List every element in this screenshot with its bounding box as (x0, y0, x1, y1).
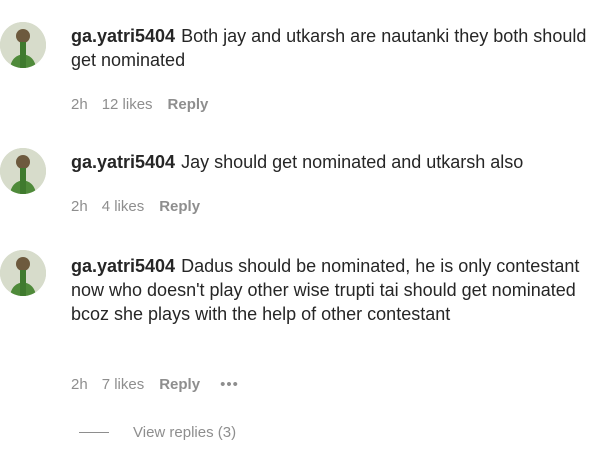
comment-likes[interactable]: 12 likes (102, 96, 153, 113)
comment-username[interactable]: ga.yatri5404 (71, 26, 175, 46)
view-replies-label: View replies (3) (133, 424, 237, 441)
reply-button[interactable]: Reply (159, 376, 200, 393)
comment-username[interactable]: ga.yatri5404 (71, 152, 175, 172)
avatar[interactable] (0, 22, 46, 68)
avatar[interactable] (0, 250, 46, 296)
avatar[interactable] (0, 148, 46, 194)
divider-line (79, 432, 109, 433)
comment-time: 2h (71, 96, 88, 113)
comment-likes[interactable]: 4 likes (102, 198, 145, 215)
more-options-icon[interactable]: ••• (220, 376, 239, 393)
comment-time: 2h (71, 198, 88, 215)
comment-time: 2h (71, 376, 88, 393)
comment-text: Jay should get nominated and utkarsh als… (181, 152, 524, 172)
comment-likes[interactable]: 7 likes (102, 376, 145, 393)
comment-username[interactable]: ga.yatri5404 (71, 256, 175, 276)
reply-button[interactable]: Reply (159, 198, 200, 215)
view-replies-button[interactable]: View replies (3) (79, 424, 236, 441)
reply-button[interactable]: Reply (168, 96, 209, 113)
